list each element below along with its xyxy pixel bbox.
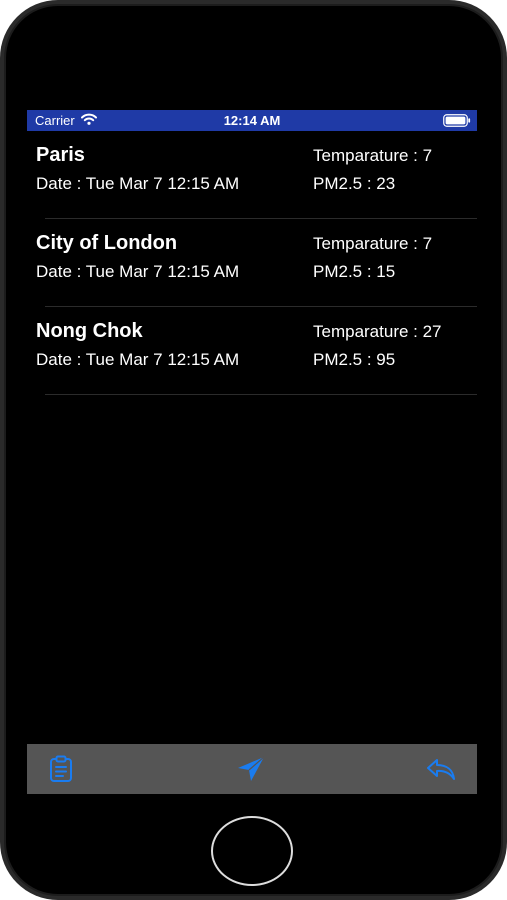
pm25-label: PM2.5 : 23 [313,174,396,193]
pm25-label: PM2.5 : 95 [313,350,396,369]
battery-icon [443,114,471,127]
date-label: Date : Tue Mar 7 12:15 AM [36,350,240,369]
date-label: Date : Tue Mar 7 12:15 AM [36,174,240,193]
city-name: Nong Chok [36,320,143,342]
temperature-label: Temparature : 7 [313,234,433,253]
temperature-label: Temparature : 27 [313,322,442,341]
list-item[interactable]: Paris Date : Tue Mar 7 12:15 AM Temparat… [27,131,477,219]
city-name: Paris [36,144,85,166]
weather-list: Paris Date : Tue Mar 7 12:15 AM Temparat… [27,131,477,395]
status-time: 12:14 AM [223,113,281,128]
home-button[interactable] [211,816,293,886]
temperature-label: Temparature : 7 [313,146,433,165]
pm25-label: PM2.5 : 15 [313,262,396,281]
send-location-button[interactable] [237,756,265,787]
app-screen: Carrier 12:14 AM Paris Date : Tue Mar 7 … [27,110,477,795]
row-separator [45,394,477,395]
city-name: City of London [36,232,178,254]
reply-button[interactable] [427,757,455,785]
send-location-icon [237,756,265,787]
status-bar: Carrier 12:14 AM [27,110,477,131]
bottom-toolbar [27,744,477,794]
clipboard-icon [49,755,73,788]
clipboard-button[interactable] [47,755,75,788]
date-label: Date : Tue Mar 7 12:15 AM [36,262,240,281]
list-item[interactable]: Nong Chok Date : Tue Mar 7 12:15 AM Temp… [27,307,477,395]
list-item[interactable]: City of London Date : Tue Mar 7 12:15 AM… [27,219,477,307]
reply-icon [426,757,456,786]
